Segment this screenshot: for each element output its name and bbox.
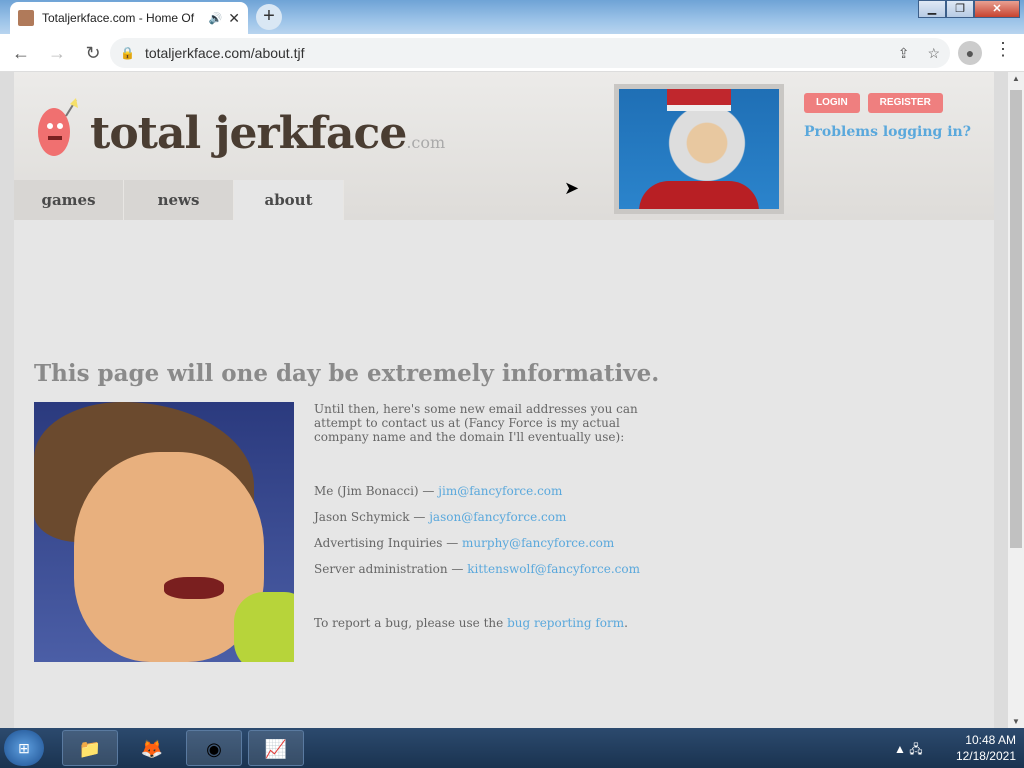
page-viewport: total jerkface.com games news about LOGI…	[0, 72, 1024, 728]
clock-date: 12/18/2021	[955, 749, 1016, 763]
taskbar: ⊞ 📁 🦊 ◉ 📈 ▲ 🖧 10:48 AM 12/18/2021	[0, 728, 1024, 768]
clock-time: 10:48 AM	[965, 733, 1016, 747]
nav-tab-news[interactable]: news	[124, 180, 234, 220]
scrollbar-thumb[interactable]	[1010, 90, 1022, 548]
register-button[interactable]: REGISTER	[867, 93, 943, 113]
firefox-taskbar-icon[interactable]: 🦊	[124, 730, 180, 766]
email-link[interactable]: murphy@fancyforce.com	[462, 536, 614, 550]
page-heading: This page will one day be extremely info…	[34, 360, 660, 387]
share-icon[interactable]: ⇪	[898, 45, 910, 62]
login-button[interactable]: LOGIN	[804, 93, 860, 113]
minimize-button[interactable]: ▁	[918, 0, 946, 18]
bug-text: To report a bug, please use the	[314, 616, 504, 630]
address-bar[interactable]: 🔒 totaljerkface.com/about.tjf ⇪ ☆	[110, 38, 950, 68]
contact-row: Advertising Inquiries — murphy@fancyforc…	[314, 536, 674, 550]
contact-label: Jason Schymick —	[314, 510, 426, 524]
browser-tab[interactable]: Totaljerkface.com - Home Of 🔊 ✕	[10, 2, 248, 34]
bug-end: .	[624, 616, 628, 630]
clock[interactable]: 10:48 AM 12/18/2021	[956, 732, 1016, 764]
forward-button[interactable]: →	[42, 38, 72, 68]
close-window-button[interactable]: ✕	[974, 0, 1020, 18]
system-tray-icons[interactable]: ▲ 🖧	[894, 740, 923, 761]
new-tab-button[interactable]: +	[256, 4, 282, 30]
santa-picture	[619, 89, 779, 209]
bug-report-link[interactable]: bug reporting form	[507, 616, 624, 630]
santa-coat	[639, 181, 759, 209]
mascot-logo-icon[interactable]	[36, 96, 78, 158]
about-content: Until then, here's some new email addres…	[314, 402, 674, 630]
contact-label: Me (Jim Bonacci) —	[314, 484, 435, 498]
contact-row: Me (Jim Bonacci) — jim@fancyforce.com	[314, 484, 674, 498]
nav-tab-games[interactable]: games	[14, 180, 124, 220]
auth-buttons: LOGIN REGISTER	[804, 92, 951, 113]
shirt	[234, 592, 294, 662]
lock-icon[interactable]: 🔒	[120, 46, 135, 60]
audio-icon[interactable]: 🔊	[209, 12, 223, 25]
mouse-cursor-icon: ➤	[564, 178, 580, 198]
mouth	[164, 577, 224, 599]
menu-icon[interactable]: ⋮	[994, 39, 1012, 60]
start-button[interactable]: ⊞	[4, 730, 44, 766]
site-header: total jerkface.com games news about LOGI…	[14, 72, 994, 220]
email-link[interactable]: jason@fancyforce.com	[429, 510, 566, 524]
browser-toolbar: ← → ↻ 🔒 totaljerkface.com/about.tjf ⇪ ☆ …	[0, 34, 1024, 72]
contact-label: Server administration —	[314, 562, 464, 576]
bug-report-line: To report a bug, please use the bug repo…	[314, 616, 674, 630]
page-container: total jerkface.com games news about LOGI…	[14, 72, 994, 728]
jerkface-illustration	[34, 402, 294, 662]
scroll-up-icon[interactable]: ▲	[1012, 74, 1020, 83]
close-tab-icon[interactable]: ✕	[228, 10, 240, 27]
browser-window: Totaljerkface.com - Home Of 🔊 ✕ + ▁ ❐ ✕ …	[0, 0, 1024, 768]
contact-label: Advertising Inquiries —	[314, 536, 459, 550]
intro-text: Until then, here's some new email addres…	[314, 402, 638, 444]
nav-tab-about[interactable]: about	[234, 180, 344, 220]
site-logo[interactable]: total jerkface.com	[90, 108, 445, 159]
scroll-down-icon[interactable]: ▼	[1012, 717, 1020, 726]
window-controls: ▁ ❐ ✕	[918, 0, 1020, 18]
logo-suffix[interactable]: .com	[406, 133, 445, 152]
chrome-taskbar-icon[interactable]: ◉	[186, 730, 242, 766]
email-link[interactable]: kittenswolf@fancyforce.com	[467, 562, 640, 576]
profile-icon[interactable]: ●	[958, 41, 982, 65]
contact-row: Jason Schymick — jason@fancyforce.com	[314, 510, 674, 524]
santa-hat	[667, 89, 731, 111]
santa-banner-image[interactable]	[614, 84, 784, 214]
url-text[interactable]: totaljerkface.com/about.tjf	[145, 45, 880, 61]
tab-strip: Totaljerkface.com - Home Of 🔊 ✕ + ▁ ❐ ✕	[0, 0, 1024, 34]
task-manager-taskbar-icon[interactable]: 📈	[248, 730, 304, 766]
bookmark-star-icon[interactable]: ☆	[927, 45, 940, 62]
logo-text[interactable]: total jerkface	[90, 108, 407, 159]
reload-button[interactable]: ↻	[78, 38, 108, 68]
email-link[interactable]: jim@fancyforce.com	[438, 484, 562, 498]
contact-row: Server administration — kittenswolf@fanc…	[314, 562, 674, 576]
tab-title: Totaljerkface.com - Home Of	[42, 11, 195, 25]
file-explorer-taskbar-icon[interactable]: 📁	[62, 730, 118, 766]
site-nav: games news about	[14, 180, 344, 220]
favicon-icon	[18, 10, 34, 26]
back-button[interactable]: ←	[6, 38, 36, 68]
restore-button[interactable]: ❐	[946, 0, 974, 18]
vertical-scrollbar[interactable]: ▲ ▼	[1008, 72, 1024, 728]
problems-logging-in-link[interactable]: Problems logging in?	[804, 124, 971, 140]
